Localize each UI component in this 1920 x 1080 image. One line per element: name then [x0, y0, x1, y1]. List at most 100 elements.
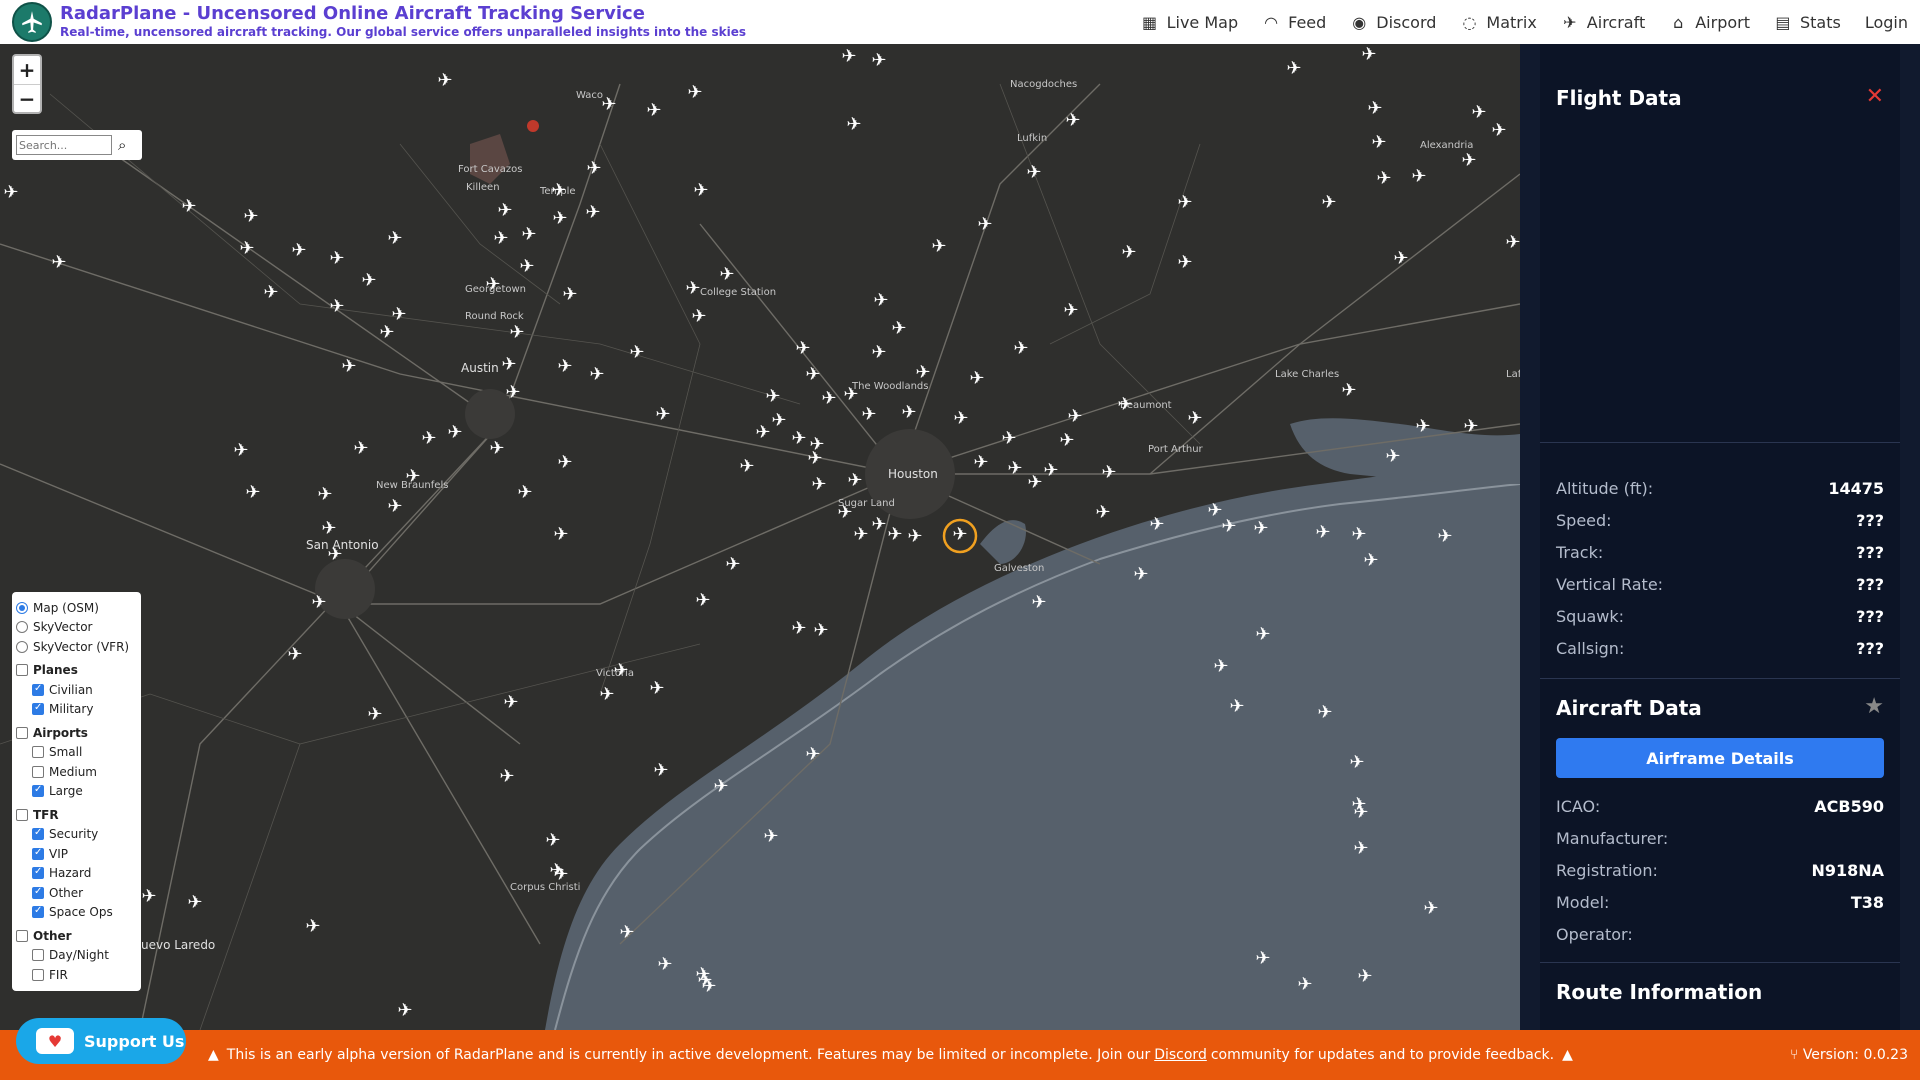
group-planes[interactable]: Planes: [16, 661, 137, 681]
radio-skyvector[interactable]: [16, 621, 28, 634]
aircraft-marker[interactable]: ✈: [304, 918, 322, 936]
site-title[interactable]: RadarPlane - Uncensored Online Aircraft …: [60, 4, 746, 24]
radio-osm[interactable]: [16, 601, 28, 614]
aircraft-marker[interactable]: ✈: [588, 366, 606, 384]
aircraft-marker[interactable]: ✈: [366, 706, 384, 724]
checkbox-other[interactable]: [16, 929, 28, 942]
layer-fir[interactable]: FIR: [16, 965, 137, 985]
aircraft-marker[interactable]: ✈: [1212, 658, 1230, 676]
aircraft-marker[interactable]: ✈: [232, 442, 250, 460]
aircraft-marker[interactable]: ✈: [585, 160, 603, 178]
nav-feed[interactable]: ◠ Feed: [1262, 13, 1326, 32]
aircraft-marker[interactable]: ✈: [804, 746, 822, 764]
aircraft-marker[interactable]: ✈: [498, 768, 516, 786]
aircraft-marker[interactable]: ✈: [1042, 462, 1060, 480]
checkbox-military[interactable]: [32, 702, 44, 716]
aircraft-marker[interactable]: ✈: [50, 254, 68, 272]
checkbox-medium[interactable]: [32, 765, 44, 778]
zoom-out-button[interactable]: −: [14, 84, 40, 112]
aircraft-marker[interactable]: ✈: [754, 424, 772, 442]
aircraft-marker[interactable]: ✈: [500, 356, 518, 374]
aircraft-marker[interactable]: ✈: [1176, 254, 1194, 272]
aircraft-marker[interactable]: ✈: [1414, 418, 1432, 436]
checkbox-other-tfr[interactable]: [32, 886, 44, 899]
aircraft-marker[interactable]: ✈: [552, 526, 570, 544]
aircraft-marker[interactable]: ✈: [764, 388, 782, 406]
aircraft-marker[interactable]: ✈: [584, 204, 602, 222]
aircraft-marker[interactable]: ✈: [1100, 464, 1118, 482]
aircraft-marker[interactable]: ✈: [686, 84, 704, 102]
aircraft-marker[interactable]: ✈: [690, 308, 708, 326]
aircraft-marker[interactable]: ✈: [1410, 168, 1428, 186]
aircraft-marker[interactable]: ✈: [320, 520, 338, 538]
aircraft-marker[interactable]: ✈: [1370, 134, 1388, 152]
aircraft-marker[interactable]: ✈: [556, 454, 574, 472]
search-icon[interactable]: ⌕: [118, 136, 126, 154]
aircraft-marker[interactable]: ✈: [872, 292, 890, 310]
aircraft-marker[interactable]: ✈: [906, 528, 924, 546]
aircraft-marker[interactable]: ✈: [1006, 460, 1024, 478]
checkbox-airports[interactable]: [16, 726, 28, 739]
aircraft-marker[interactable]: ✈: [404, 468, 422, 486]
aircraft-marker[interactable]: ✈: [600, 96, 618, 114]
aircraft-marker[interactable]: ✈: [890, 320, 908, 338]
aircraft-marker[interactable]: ✈: [1206, 502, 1224, 520]
aircraft-marker[interactable]: ✈: [652, 762, 670, 780]
aircraft-marker[interactable]: ✈: [551, 210, 569, 228]
layer-small[interactable]: Small: [16, 743, 137, 763]
aircraft-marker[interactable]: ✈: [310, 594, 328, 612]
aircraft-marker[interactable]: ✈: [1132, 566, 1150, 584]
aircraft-marker[interactable]: ✈: [328, 298, 346, 316]
aircraft-marker[interactable]: ✈: [1066, 408, 1084, 426]
nav-discord[interactable]: ◉ Discord: [1350, 13, 1436, 32]
aircraft-marker[interactable]: ✈: [724, 556, 742, 574]
group-airports[interactable]: Airports: [16, 723, 137, 743]
aircraft-marker[interactable]: ✈: [508, 324, 526, 342]
checkbox-day-night[interactable]: [32, 949, 44, 962]
aircraft-marker[interactable]: ✈: [1000, 430, 1018, 448]
base-layer-skyvector-vfr[interactable]: SkyVector (VFR): [16, 637, 137, 657]
aircraft-marker[interactable]: ✈: [1030, 594, 1048, 612]
aircraft-marker[interactable]: ✈: [1220, 518, 1238, 536]
aircraft-marker[interactable]: ✈: [806, 450, 824, 468]
aircraft-marker[interactable]: ✈: [1356, 968, 1374, 986]
close-panel-button[interactable]: ✕: [1866, 84, 1884, 109]
layer-large[interactable]: Large: [16, 782, 137, 802]
aircraft-marker[interactable]: ✈: [1320, 194, 1338, 212]
aircraft-marker[interactable]: ✈: [870, 344, 888, 362]
aircraft-marker[interactable]: ✈: [770, 412, 788, 430]
aircraft-marker[interactable]: ✈: [1254, 950, 1272, 968]
aircraft-marker[interactable]: ✈: [1012, 340, 1030, 358]
aircraft-marker[interactable]: ✈: [516, 484, 534, 502]
aircraft-marker[interactable]: ✈: [645, 102, 663, 120]
aircraft-marker[interactable]: ✈: [860, 406, 878, 424]
checkbox-space-ops[interactable]: [32, 905, 44, 919]
nav-live-map[interactable]: ▦ Live Map: [1141, 13, 1238, 32]
aircraft-marker[interactable]: ✈: [550, 182, 568, 200]
aircraft-marker[interactable]: ✈: [952, 410, 970, 428]
aircraft-marker[interactable]: ✈: [656, 956, 674, 974]
aircraft-marker[interactable]: ✈: [628, 344, 646, 362]
favorite-star-icon[interactable]: ★: [1864, 694, 1884, 719]
aircraft-marker[interactable]: ✈: [1120, 244, 1138, 262]
nav-aircraft[interactable]: ✈ Aircraft: [1561, 13, 1645, 32]
checkbox-large[interactable]: [32, 784, 44, 798]
aircraft-marker[interactable]: ✈: [386, 498, 404, 516]
aircraft-marker[interactable]: ✈: [1285, 60, 1303, 78]
aircraft-marker[interactable]: ✈: [1058, 432, 1076, 450]
airframe-details-button[interactable]: Airframe Details: [1556, 738, 1884, 778]
aircraft-marker[interactable]: ✈: [712, 778, 730, 796]
nav-stats[interactable]: ▤ Stats: [1774, 13, 1840, 32]
aircraft-marker[interactable]: ✈: [840, 48, 858, 66]
checkbox-hazard[interactable]: [32, 866, 44, 880]
aircraft-marker[interactable]: ✈: [1462, 418, 1480, 436]
aircraft-marker[interactable]: ✈: [845, 116, 863, 134]
aircraft-marker[interactable]: ✈: [1490, 122, 1508, 140]
aircraft-marker[interactable]: ✈: [328, 250, 346, 268]
aircraft-marker[interactable]: ✈: [1460, 152, 1478, 170]
aircraft-marker[interactable]: ✈: [1316, 704, 1334, 722]
aircraft-marker[interactable]: ✈: [561, 286, 579, 304]
aircraft-marker[interactable]: ✈: [492, 230, 510, 248]
aircraft-marker[interactable]: ✈: [1362, 552, 1380, 570]
aircraft-marker[interactable]: ✈: [692, 182, 710, 200]
